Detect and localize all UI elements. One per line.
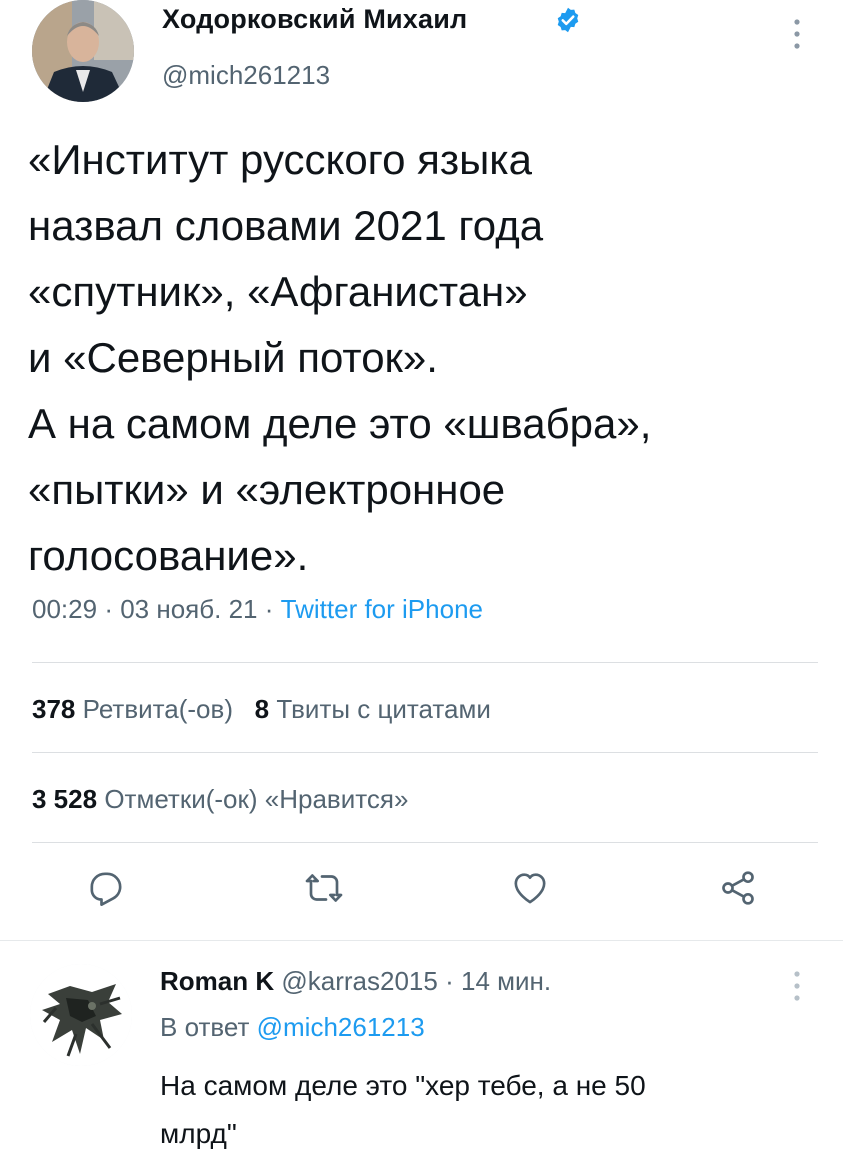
tweet-text-line: «пытки» и «электронное xyxy=(28,466,506,513)
reply-text: На самом деле это "хер тебе, а не 50 млр… xyxy=(160,1062,820,1158)
share-button[interactable] xyxy=(718,868,758,908)
verified-badge-icon xyxy=(557,7,579,33)
quotes-stat[interactable]: 8 Твиты с цитатами xyxy=(255,694,491,724)
reply-text-line: млрд" xyxy=(160,1118,237,1149)
retweet-button[interactable] xyxy=(304,868,344,908)
reply-author-name[interactable]: Roman K xyxy=(160,966,274,996)
reply-button[interactable] xyxy=(86,868,126,908)
like-button[interactable] xyxy=(510,868,550,908)
engagement-stats-row: 378 Ретвита(-ов) 8 Твиты с цитатами xyxy=(32,694,491,725)
reply-text-line: На самом деле это "хер тебе, а не 50 xyxy=(160,1070,646,1101)
tweet-text-line: «Институт русского языка xyxy=(28,136,532,183)
likes-label: Отметки(-ок) «Нравится» xyxy=(104,784,409,814)
reply-author-avatar[interactable] xyxy=(30,964,132,1066)
retweets-stat[interactable]: 378 Ретвита(-ов) xyxy=(32,694,233,724)
reply-context: В ответ @mich261213 xyxy=(160,1012,425,1043)
author-avatar-image xyxy=(32,0,134,102)
reply-mention-link[interactable]: @mich261213 xyxy=(257,1012,425,1042)
author-avatar[interactable] xyxy=(32,0,134,102)
tweet-text-line: «спутник», «Афганистан» xyxy=(28,268,528,315)
reply-author-handle[interactable]: @karras2015 xyxy=(281,966,437,996)
reply-header: Roman K @karras2015 · 14 мин. xyxy=(160,966,551,997)
quotes-count: 8 xyxy=(254,694,270,724)
meta-separator: · xyxy=(104,594,113,624)
tweet-time[interactable]: 00:29 xyxy=(32,594,97,624)
reply-icon xyxy=(90,872,122,906)
retweets-count: 378 xyxy=(32,694,76,724)
meta-separator: · xyxy=(264,594,274,624)
quotes-label: Твиты с цитатами xyxy=(276,694,491,724)
reply-prefix: В ответ xyxy=(160,1012,250,1042)
reply-more-options-icon[interactable] xyxy=(790,966,804,1006)
tweet-text-line: голосование». xyxy=(28,532,309,579)
more-options-icon[interactable] xyxy=(790,14,804,54)
meta-separator: · xyxy=(445,966,454,996)
tweet-text-line: А на самом деле это «швабра», xyxy=(28,400,652,447)
reply-avatar-image xyxy=(30,964,132,1066)
author-name[interactable]: Ходорковский Михаил xyxy=(162,4,467,35)
tweet-date[interactable]: 03 нояб. 21 xyxy=(120,594,257,624)
tweet-text-line: назвал словами 2021 года xyxy=(28,202,544,249)
divider xyxy=(32,752,818,753)
tweet-meta: 00:29 · 03 нояб. 21 · Twitter for iPhone xyxy=(32,594,483,625)
author-handle[interactable]: @mich261213 xyxy=(162,60,330,91)
divider xyxy=(32,662,818,663)
likes-count: 3 528 xyxy=(32,784,98,814)
share-icon xyxy=(722,871,754,905)
retweet-icon xyxy=(305,874,343,902)
tweet-text: «Институт русского языка назвал словами … xyxy=(28,127,828,589)
retweets-label: Ретвита(-ов) xyxy=(82,694,233,724)
divider xyxy=(32,842,818,843)
section-divider xyxy=(0,940,843,941)
like-icon xyxy=(514,873,546,904)
tweet-source[interactable]: Twitter for iPhone xyxy=(281,594,483,624)
likes-stat[interactable]: 3 528 Отметки(-ок) «Нравится» xyxy=(32,784,408,815)
tweet-text-line: и «Северный поток». xyxy=(28,334,438,381)
reply-time[interactable]: 14 мин. xyxy=(461,966,551,996)
